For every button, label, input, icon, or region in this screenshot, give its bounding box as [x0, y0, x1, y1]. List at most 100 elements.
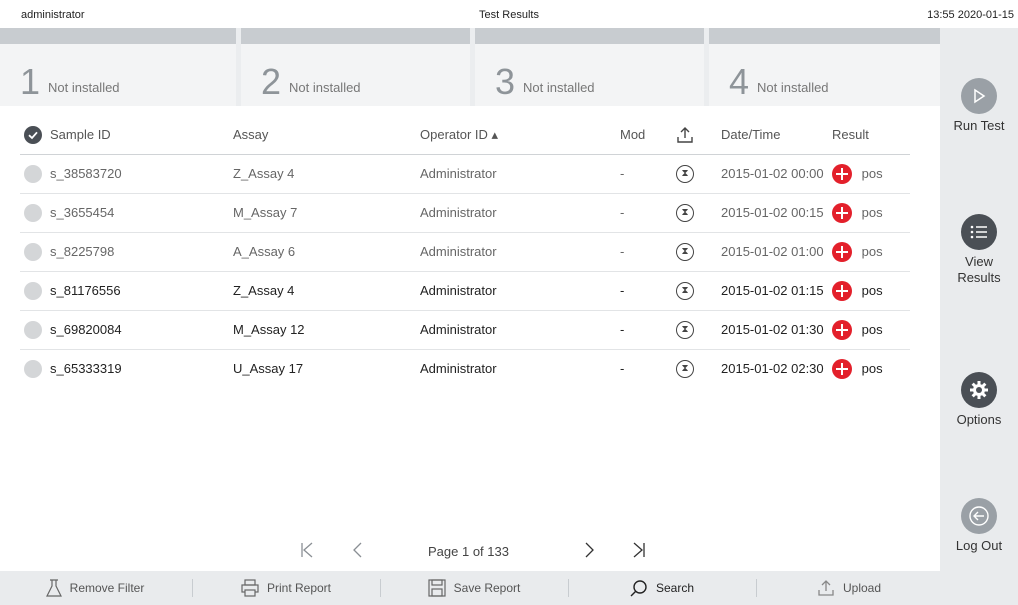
sample-id: s_3655454 — [50, 205, 115, 220]
previous-page-button[interactable] — [352, 542, 362, 563]
module-status: Not installed — [48, 80, 120, 95]
header-export[interactable] — [676, 116, 694, 154]
assay: M_Assay 12 — [233, 322, 305, 337]
printer-icon — [241, 579, 259, 597]
view-results-circle — [961, 214, 997, 250]
last-page-icon — [633, 542, 645, 558]
module-1[interactable]: 1 Not installed — [0, 28, 236, 106]
result: pos — [832, 311, 883, 349]
upload-icon — [677, 126, 693, 143]
radio-icon — [24, 359, 42, 378]
table-header: Sample ID Assay Operator ID ▴ Mod Date/T… — [20, 116, 910, 155]
date-time: 2015-01-02 00:15 — [721, 205, 824, 220]
export-status: ⧗ — [676, 350, 694, 388]
header-date-time[interactable]: Date/Time — [721, 116, 780, 154]
mod: - — [620, 166, 625, 181]
module-3[interactable]: 3 Not installed — [475, 28, 704, 106]
result: pos — [832, 233, 883, 271]
date-time: 2015-01-02 01:00 — [721, 244, 824, 259]
remove-filter-button[interactable]: Remove Filter — [0, 571, 190, 605]
check-icon — [24, 125, 42, 144]
row-select[interactable] — [24, 311, 42, 349]
save-report-button[interactable]: Save Report — [382, 571, 566, 605]
header-sample-id[interactable]: Sample ID — [50, 116, 111, 154]
sample-id: s_65333319 — [50, 361, 122, 376]
log-out-button[interactable]: Log Out — [940, 498, 1018, 554]
options-button[interactable]: Options — [940, 372, 1018, 428]
module-number: 4 — [729, 61, 750, 102]
sample-id: s_38583720 — [50, 166, 122, 181]
header-operator-id[interactable]: Operator ID ▴ — [420, 116, 498, 154]
row-select[interactable] — [24, 194, 42, 232]
save-icon — [428, 579, 446, 597]
table-row[interactable]: s_81176556 Z_Assay 4 Administrator - ⧗ 2… — [20, 272, 910, 311]
export-status: ⧗ — [676, 311, 694, 349]
export-status: ⧗ — [676, 272, 694, 310]
radio-icon — [24, 203, 42, 222]
logout-icon — [969, 506, 989, 526]
row-select[interactable] — [24, 233, 42, 271]
assay: U_Assay 17 — [233, 361, 304, 376]
select-all-checkbox[interactable] — [24, 116, 42, 154]
search-label: Search — [655, 581, 695, 595]
divider — [380, 579, 381, 597]
export-status: ⧗ — [676, 194, 694, 232]
result-text: pos — [861, 361, 883, 376]
operator: Administrator — [420, 166, 497, 181]
hourglass-icon: ⧗ — [676, 281, 694, 300]
upload-button[interactable]: Upload — [758, 571, 940, 605]
remove-filter-label: Remove Filter — [69, 581, 145, 595]
module-4[interactable]: 4 Not installed — [709, 28, 940, 106]
table-row[interactable]: s_65333319 U_Assay 17 Administrator - ⧗ … — [20, 350, 910, 388]
play-icon — [974, 88, 986, 104]
module-2[interactable]: 2 Not installed — [241, 28, 470, 106]
table-row[interactable]: s_8225798 A_Assay 6 Administrator - ⧗ 20… — [20, 233, 910, 272]
module-status: Not installed — [523, 80, 595, 95]
hourglass-icon: ⧗ — [676, 164, 694, 183]
radio-icon — [24, 164, 42, 183]
table-row[interactable]: s_3655454 M_Assay 7 Administrator - ⧗ 20… — [20, 194, 910, 233]
assay: A_Assay 6 — [233, 244, 296, 259]
view-results-button[interactable]: View Results — [940, 214, 1018, 286]
module-number: 1 — [20, 61, 41, 102]
module-status: Not installed — [289, 80, 361, 95]
sample-id: s_8225798 — [50, 244, 115, 259]
run-test-label: Run Test — [953, 118, 1005, 133]
hourglass-icon: ⧗ — [676, 203, 694, 222]
row-select[interactable] — [24, 155, 42, 193]
last-page-button[interactable] — [632, 542, 646, 563]
result: pos — [832, 272, 883, 310]
run-test-button[interactable]: Run Test — [940, 78, 1018, 134]
date-time: 2015-01-02 02:30 — [721, 361, 824, 376]
result-text: pos — [861, 244, 883, 259]
print-report-button[interactable]: Print Report — [194, 571, 378, 605]
upload-label: Upload — [842, 581, 882, 595]
chevron-right-icon — [585, 542, 594, 558]
mod: - — [620, 361, 625, 376]
result-text: pos — [861, 322, 883, 337]
chevron-left-icon — [353, 542, 362, 558]
hourglass-icon: ⧗ — [676, 359, 694, 378]
mod: - — [620, 244, 625, 259]
row-select[interactable] — [24, 272, 42, 310]
row-select[interactable] — [24, 350, 42, 388]
next-page-button[interactable] — [585, 542, 595, 563]
sample-id: s_69820084 — [50, 322, 122, 337]
save-report-label: Save Report — [453, 581, 521, 595]
header-result[interactable]: Result — [832, 116, 869, 154]
radio-icon — [24, 320, 42, 339]
header-assay[interactable]: Assay — [233, 116, 268, 154]
search-button[interactable]: Search — [570, 571, 754, 605]
pagination: Page 1 of 133 — [0, 538, 940, 566]
table-row[interactable]: s_69820084 M_Assay 12 Administrator - ⧗ … — [20, 311, 910, 350]
positive-icon — [832, 202, 852, 223]
first-page-button[interactable] — [300, 542, 314, 563]
header-mod[interactable]: Mod — [620, 116, 645, 154]
table-row[interactable]: s_38583720 Z_Assay 4 Administrator - ⧗ 2… — [20, 155, 910, 194]
log-out-circle — [961, 498, 997, 534]
module-header — [241, 28, 470, 44]
module-number: 2 — [261, 61, 282, 102]
hourglass-icon: ⧗ — [676, 242, 694, 261]
module-bar: 1 Not installed 2 Not installed 3 Not in… — [0, 28, 940, 106]
operator: Administrator — [420, 361, 497, 376]
